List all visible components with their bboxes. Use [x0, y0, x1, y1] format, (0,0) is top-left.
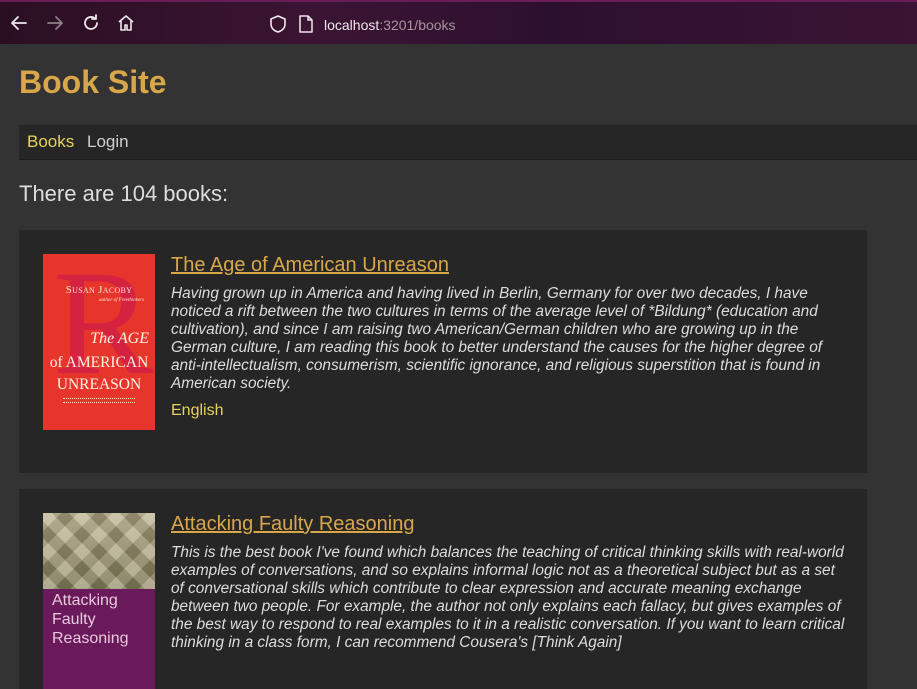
home-icon[interactable] [115, 12, 137, 34]
book-card: Attacking Faulty Reasoning Attacking Fau… [19, 489, 867, 689]
page-icon [298, 15, 314, 33]
cover-author-sub: author of Freethinkers [99, 298, 145, 303]
book-count-heading: There are 104 books: [19, 181, 229, 206]
book-title-link[interactable]: The Age of American Unreason [171, 254, 449, 277]
book-description: Having grown up in America and having li… [171, 285, 823, 392]
book-title-link[interactable]: Attacking Faulty Reasoning [171, 513, 414, 536]
cover-ornament [63, 398, 135, 403]
cover-title-line-2: of AMERICAN [49, 354, 149, 371]
browser-toolbar: localhost:3201/books [0, 0, 917, 44]
url-bar[interactable]: localhost:3201/books [324, 17, 456, 33]
book-description: This is the best book I've found which b… [171, 544, 845, 651]
main-nav: Books Login [19, 125, 917, 160]
cover-image-chessboard [43, 513, 155, 589]
book-cover[interactable]: Attacking Faulty Reasoning [43, 513, 155, 689]
shield-icon[interactable] [269, 15, 287, 33]
book-language: English [171, 402, 224, 419]
forward-arrow-icon[interactable] [44, 12, 66, 34]
book-cover[interactable]: R Susan Jacoby author of Freethinkers Th… [43, 254, 155, 430]
cover-title-line-3: UNREASON [56, 376, 142, 393]
cover-title-line-1: The AGE [90, 330, 149, 347]
book-card: R Susan Jacoby author of Freethinkers Th… [19, 230, 867, 473]
cover-title: Attacking Faulty Reasoning [52, 592, 129, 647]
nav-link-login[interactable]: Login [87, 132, 129, 152]
cover-author: Susan Jacoby [65, 284, 133, 296]
site-title: Book Site [19, 64, 167, 100]
url-path: :3201/books [379, 17, 456, 33]
nav-link-books[interactable]: Books [27, 132, 74, 152]
reload-icon[interactable] [80, 12, 102, 34]
url-host: localhost [324, 17, 380, 33]
back-arrow-icon[interactable] [8, 12, 30, 34]
